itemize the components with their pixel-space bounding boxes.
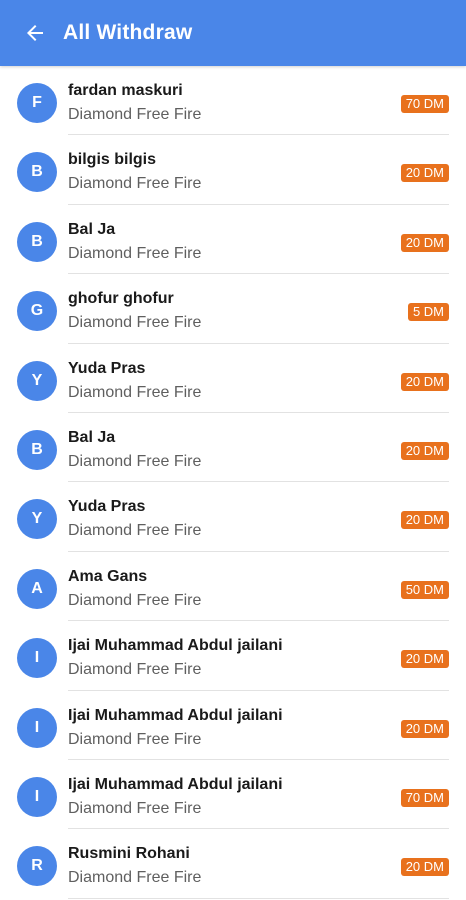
arrow-back-icon xyxy=(27,25,43,41)
list-item[interactable]: B Bal Ja Diamond Free Fire 20 DM xyxy=(0,205,466,275)
amount-badge: 20 DM xyxy=(400,719,449,738)
withdraw-list: F fardan maskuri Diamond Free Fire 70 DM… xyxy=(0,66,466,899)
avatar: I xyxy=(17,638,57,679)
avatar: F xyxy=(17,83,57,123)
avatar: G xyxy=(17,291,57,332)
item-type: Diamond Free Fire xyxy=(68,106,202,123)
item-type: Diamond Free Fire xyxy=(68,314,202,332)
user-name: Yuda Pras xyxy=(68,359,146,377)
amount-badge: 20 DM xyxy=(400,650,449,669)
amount-badge: 20 DM xyxy=(400,233,449,252)
amount-badge: 20 DM xyxy=(400,858,449,877)
divider xyxy=(68,897,449,899)
avatar: I xyxy=(17,707,57,748)
user-name: Rusmini Rohani xyxy=(68,845,190,863)
avatar: Y xyxy=(17,360,57,401)
amount-badge: 70 DM xyxy=(400,95,449,113)
amount-badge: 70 DM xyxy=(400,788,449,807)
item-type: Diamond Free Fire xyxy=(68,244,202,262)
avatar: B xyxy=(17,221,57,262)
item-type: Diamond Free Fire xyxy=(68,661,202,679)
avatar: I xyxy=(17,776,57,817)
back-button[interactable] xyxy=(13,11,57,55)
amount-badge: 5 DM xyxy=(407,303,449,322)
item-type: Diamond Free Fire xyxy=(68,383,202,401)
user-name: fardan maskuri xyxy=(68,82,183,99)
item-type: Diamond Free Fire xyxy=(68,869,202,887)
user-name: bilgis bilgis xyxy=(68,151,157,169)
list-item[interactable]: I Ijai Muhammad Abdul jailani Diamond Fr… xyxy=(0,760,466,830)
list-item[interactable]: B Bal Ja Diamond Free Fire 20 DM xyxy=(0,413,466,483)
list-item[interactable]: I Ijai Muhammad Abdul jailani Diamond Fr… xyxy=(0,621,466,691)
user-name: Ijai Muhammad Abdul jailani xyxy=(68,775,283,793)
app-bar: All Withdraw xyxy=(0,0,466,66)
amount-badge: 20 DM xyxy=(400,164,449,183)
avatar: A xyxy=(17,568,57,609)
amount-badge: 20 DM xyxy=(400,372,449,391)
user-name: Ijai Muhammad Abdul jailani xyxy=(68,706,283,724)
user-name: Ijai Muhammad Abdul jailani xyxy=(68,637,283,655)
user-name: Ama Gans xyxy=(68,567,148,585)
item-type: Diamond Free Fire xyxy=(68,522,202,540)
list-item[interactable]: F fardan maskuri Diamond Free Fire 70 DM xyxy=(0,66,466,136)
list-item[interactable]: I Ijai Muhammad Abdul jailani Diamond Fr… xyxy=(0,691,466,760)
user-name: Bal Ja xyxy=(68,428,116,446)
page-title: All Withdraw xyxy=(63,21,193,44)
user-name: ghofur ghofur xyxy=(68,290,174,308)
avatar: Y xyxy=(17,499,57,540)
avatar: R xyxy=(17,846,57,887)
item-type: Diamond Free Fire xyxy=(68,730,202,748)
avatar: B xyxy=(17,429,57,470)
list-item[interactable]: Y Yuda Pras Diamond Free Fire 20 DM xyxy=(0,344,466,413)
item-type: Diamond Free Fire xyxy=(68,452,202,470)
user-name: Yuda Pras xyxy=(68,498,146,516)
list-item[interactable]: B bilgis bilgis Diamond Free Fire 20 DM xyxy=(0,135,466,205)
amount-badge: 20 DM xyxy=(400,441,449,460)
amount-badge: 20 DM xyxy=(400,511,449,530)
user-name: Bal Ja xyxy=(68,220,116,238)
list-item[interactable]: Y Yuda Pras Diamond Free Fire 20 DM xyxy=(0,482,466,552)
item-type: Diamond Free Fire xyxy=(68,799,202,817)
list-item[interactable]: A Ama Gans Diamond Free Fire 50 DM xyxy=(0,552,466,622)
list-item[interactable]: G ghofur ghofur Diamond Free Fire 5 DM xyxy=(0,274,466,344)
item-type: Diamond Free Fire xyxy=(68,175,202,193)
amount-badge: 50 DM xyxy=(400,580,449,599)
list-item[interactable]: R Rusmini Rohani Diamond Free Fire 20 DM xyxy=(0,829,466,899)
item-type: Diamond Free Fire xyxy=(68,591,202,609)
avatar: B xyxy=(17,152,57,193)
